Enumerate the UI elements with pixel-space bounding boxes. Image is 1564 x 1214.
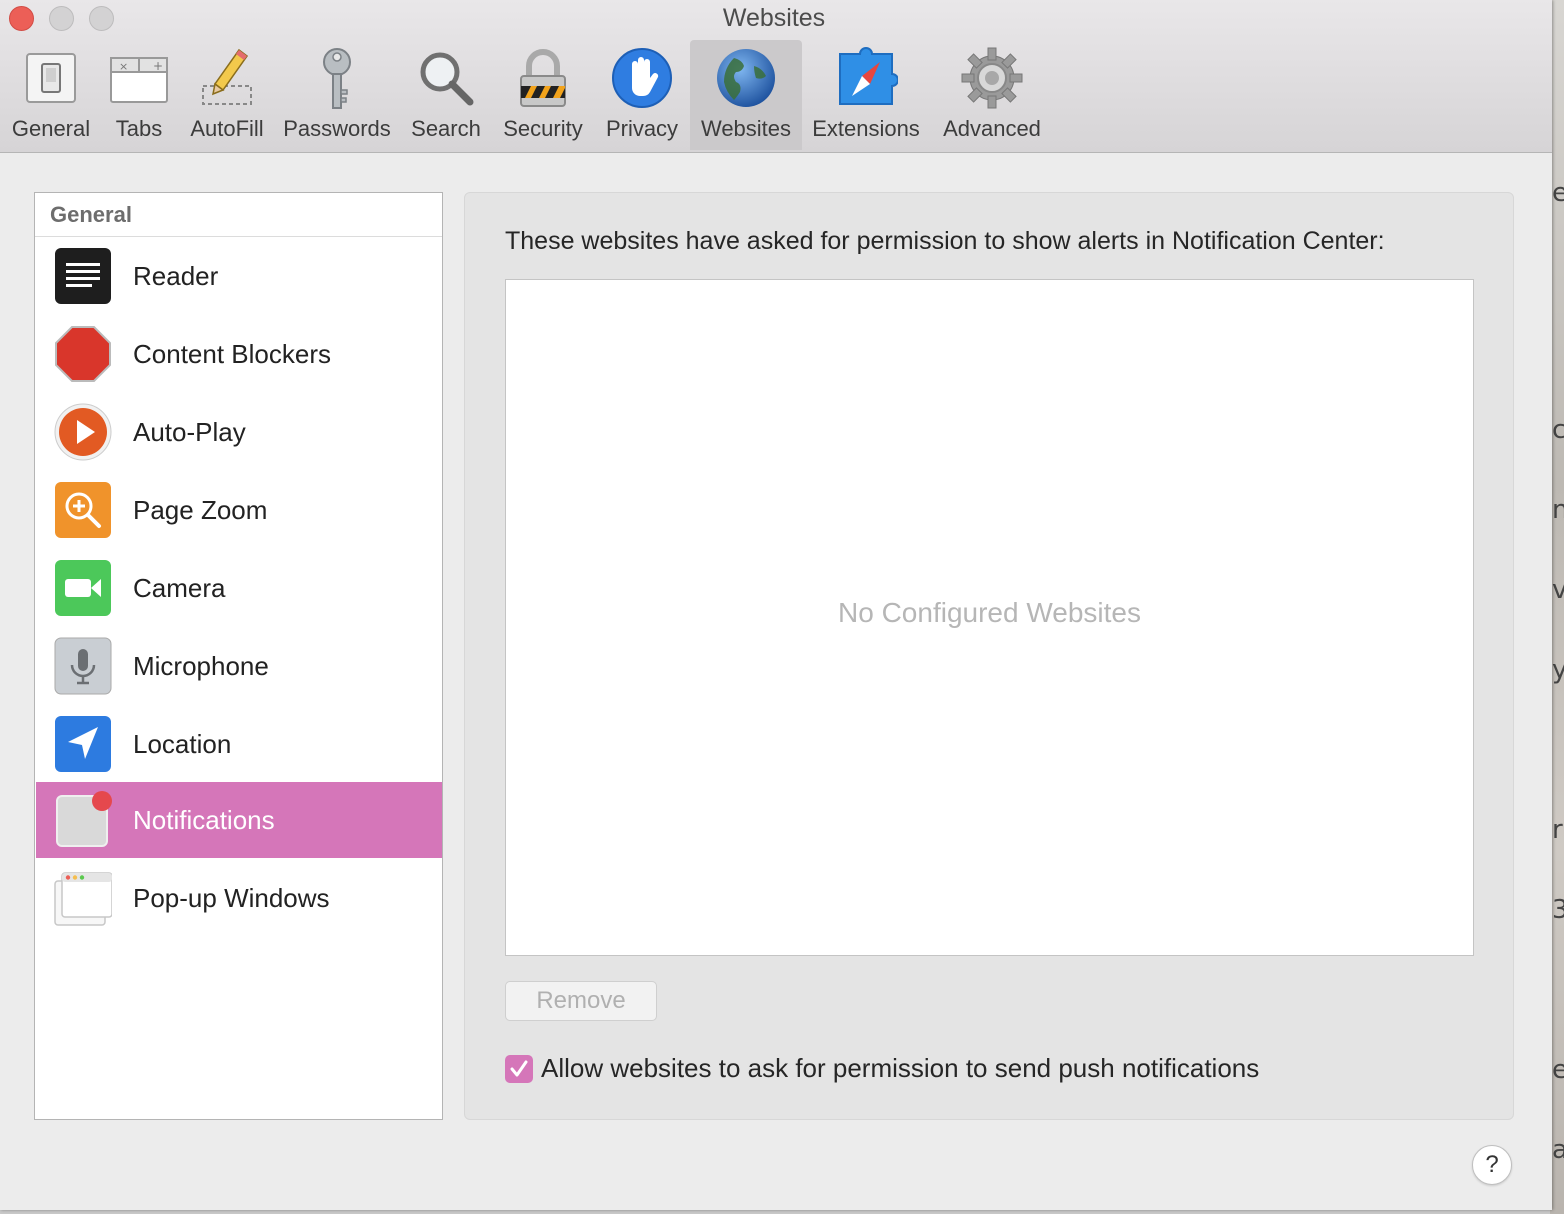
zoom-icon [55,482,111,538]
sidebar-item-camera[interactable]: Camera [36,550,442,626]
panel-description: These websites have asked for permission… [505,227,1385,255]
tab-label: Privacy [605,116,679,141]
tab-label: Search [411,116,481,141]
location-arrow-icon [55,716,111,772]
tab-label: Tabs [115,116,163,141]
hand-icon [612,48,672,108]
sidebar-item-notifications[interactable]: Notifications [36,782,442,858]
tab-general[interactable]: General [4,40,98,150]
window-title: Websites [722,4,826,32]
tab-extensions[interactable]: Extensions [806,40,926,150]
sidebar-item-reader[interactable]: Reader [36,238,442,314]
microphone-icon [54,637,112,695]
svg-text:×: × [119,60,128,73]
tab-advanced[interactable]: Advanced [934,40,1050,150]
website-list[interactable]: No Configured Websites [505,279,1474,956]
sidebar-item-label: Pop-up Windows [133,883,330,913]
tab-search[interactable]: Search [402,40,490,150]
sidebar-item-location[interactable]: Location [36,706,442,782]
remove-button[interactable]: Remove [505,981,657,1021]
magnifier-icon [420,52,474,106]
tab-privacy[interactable]: Privacy [596,40,688,150]
tab-label: General [11,116,91,141]
key-icon [323,48,351,109]
stop-sign-icon [55,326,111,382]
title-bar: Websites General × + Tabs AutoFill Passw… [0,0,1552,153]
sidebar-item-content-blockers[interactable]: Content Blockers [36,316,442,392]
sidebar-item-microphone[interactable]: Microphone [36,628,442,704]
svg-text:+: + [153,59,163,73]
websites-sidebar: General Reader Content Blockers Auto-Pla… [34,192,443,1120]
puzzle-compass-icon [839,47,898,105]
play-icon [54,403,112,461]
notification-badge-icon [56,791,112,847]
sidebar-item-pop-up-windows[interactable]: Pop-up Windows [36,860,442,936]
tab-tabs[interactable]: × + Tabs [98,40,180,150]
sidebar-item-label: Notifications [133,805,275,835]
sidebar-item-auto-play[interactable]: Auto-Play [36,394,442,470]
tab-label: Extensions [812,116,920,141]
sidebar-item-page-zoom[interactable]: Page Zoom [36,472,442,548]
sidebar-item-label: Location [133,729,232,759]
tab-label: Security [503,116,583,141]
sidebar-item-label: Reader [133,261,219,291]
autofill-pencil-icon [202,48,252,105]
general-switch-icon [26,53,76,103]
allow-push-label[interactable]: Allow websites to ask for permission to … [541,1053,1259,1084]
preferences-window: Websites General × + Tabs AutoFill Passw… [0,0,1552,1210]
tabs-icon: × + [110,57,168,103]
sidebar-item-label: Content Blockers [133,339,331,369]
tab-autofill[interactable]: AutoFill [182,40,272,150]
sidebar-header: General [35,193,442,237]
tab-label: AutoFill [190,116,264,141]
notifications-panel: These websites have asked for permission… [464,192,1514,1120]
tab-label: Advanced [943,116,1041,141]
tab-label: Passwords [283,116,391,141]
sidebar-item-label: Page Zoom [133,495,268,525]
help-button[interactable]: ? [1472,1145,1512,1185]
popup-window-icon [54,872,112,926]
sidebar-item-label: Camera [133,573,226,603]
sidebar-item-label: Auto-Play [133,417,246,447]
background-desktop: e c n v y r 3 e a [1550,0,1564,1214]
padlock-icon [520,49,566,107]
globe-icon [717,49,775,107]
tab-passwords[interactable]: Passwords [276,40,398,150]
tab-security[interactable]: Security [494,40,592,150]
allow-push-checkbox[interactable] [505,1055,533,1083]
reader-icon [55,248,111,304]
camera-icon [55,560,111,616]
empty-list-message: No Configured Websites [838,597,1141,628]
tab-websites[interactable]: Websites [690,40,802,150]
tab-label: Websites [700,116,792,141]
gear-icon [961,47,1023,109]
sidebar-item-label: Microphone [133,651,269,681]
